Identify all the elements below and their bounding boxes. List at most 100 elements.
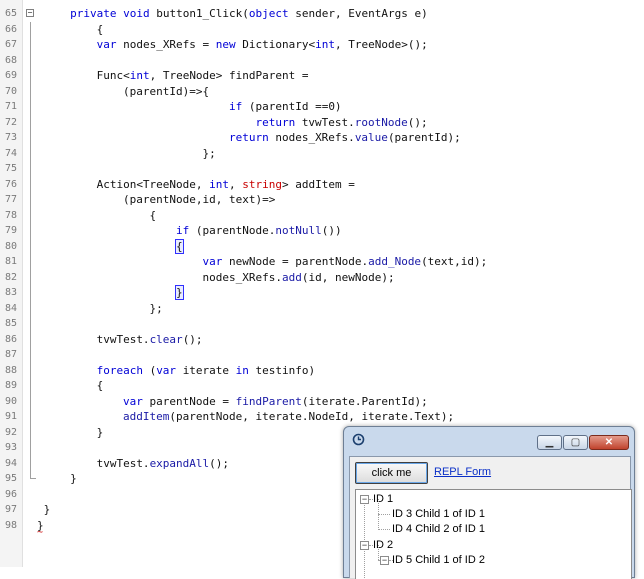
code-line[interactable]: 69 Func<int, TreeNode> findParent = bbox=[0, 68, 644, 84]
line-number: 70 bbox=[4, 85, 17, 97]
code-text: var newNode = parentNode.add_Node(text,i… bbox=[203, 254, 488, 270]
fold-rail bbox=[30, 114, 31, 130]
code-line[interactable]: 65 − private void button1_Click(object sen… bbox=[0, 6, 644, 22]
code-line[interactable]: 83} bbox=[0, 285, 644, 301]
code-token: (); bbox=[182, 332, 203, 346]
tree-view[interactable]: − ID 1 ID 3 Child 1 of ID 1 ID 4 Child 2 of… bbox=[355, 489, 632, 579]
code-token: expandAll bbox=[149, 456, 210, 470]
code-token: parentNode = bbox=[149, 394, 236, 408]
code-line[interactable]: 79 if (parentNode.notNull()) bbox=[0, 223, 644, 239]
code-line[interactable]: 72 return tvwTest.rootNode(); bbox=[0, 114, 644, 130]
code-text: { bbox=[97, 22, 104, 38]
code-text: { bbox=[97, 378, 104, 394]
keyword-token: var bbox=[156, 363, 183, 377]
code-line[interactable]: 81 var newNode = parentNode.add_Node(text… bbox=[0, 254, 644, 270]
matched-brace: { bbox=[175, 238, 184, 254]
line-number: 92 bbox=[4, 426, 17, 438]
code-token: add bbox=[281, 270, 302, 284]
fold-rail bbox=[30, 145, 31, 161]
line-number: 69 bbox=[4, 70, 17, 81]
code-line[interactable]: 85 bbox=[0, 316, 644, 332]
code-text: } bbox=[97, 425, 104, 441]
code-line[interactable]: 66 { bbox=[0, 21, 644, 38]
code-text: addItem(parentNode, iterate.NodeId, iter… bbox=[123, 409, 454, 425]
tree-child-node[interactable]: ID 5 Child 1 of ID 2 bbox=[392, 553, 485, 568]
code-line[interactable]: 91 addItem(parentNode, iterate.NodeId, it… bbox=[0, 409, 644, 425]
keyword-token: if bbox=[176, 224, 196, 237]
fold-rail bbox=[30, 99, 31, 115]
line-number: 87 bbox=[4, 349, 17, 360]
code-line[interactable]: 71 if (parentId ==0) bbox=[0, 99, 644, 115]
tree-child-node[interactable]: ID 4 Child 2 of ID 1 bbox=[392, 522, 485, 537]
fold-rail bbox=[30, 316, 31, 332]
code-line[interactable]: 67 var nodes_XRefs = new Dictionary<int, … bbox=[0, 37, 644, 53]
code-token: (parentNode. bbox=[195, 224, 276, 237]
code-token: nodes_XRefs = bbox=[123, 38, 216, 51]
repl-form-link[interactable]: REPL Form bbox=[434, 466, 491, 478]
code-line[interactable]: 82 nodes_XRefs.add(id, newNode); bbox=[0, 269, 644, 285]
code-line[interactable]: 70 (parentId)=>{ bbox=[0, 83, 644, 99]
tree-collapse-icon[interactable]: − bbox=[360, 495, 369, 504]
code-token: string bbox=[242, 177, 283, 191]
code-line[interactable]: 86 tvwTest.clear(); bbox=[0, 331, 644, 347]
code-token: (parentId)=>{ bbox=[123, 84, 210, 98]
fold-rail bbox=[30, 52, 31, 68]
code-line[interactable]: 87 bbox=[0, 347, 644, 363]
maximize-button[interactable]: ▢ bbox=[563, 435, 588, 450]
tree-collapse-icon[interactable]: − bbox=[380, 555, 389, 565]
code-token: nodes_XRefs. bbox=[202, 270, 282, 284]
code-token: Func< bbox=[96, 69, 130, 82]
code-token: newNode = parentNode. bbox=[229, 255, 369, 268]
code-line[interactable]: 80 { bbox=[0, 238, 644, 255]
code-text: { bbox=[175, 238, 184, 255]
fold-rail bbox=[30, 130, 31, 146]
click-me-button[interactable]: click me bbox=[355, 462, 428, 484]
code-token: iterate bbox=[182, 363, 236, 377]
code-text: private void button1_Click(object sender… bbox=[70, 6, 428, 22]
line-number: 95 bbox=[4, 473, 17, 484]
code-token: > addItem = bbox=[282, 177, 355, 191]
code-token: (parentId); bbox=[387, 131, 461, 144]
keyword-token: var bbox=[123, 394, 150, 408]
close-button[interactable]: ✕ bbox=[589, 435, 629, 450]
code-line[interactable]: 78 { bbox=[0, 207, 644, 223]
minimize-button[interactable]: ▁ bbox=[537, 435, 562, 450]
line-number: 89 bbox=[4, 380, 17, 391]
code-text: } bbox=[175, 285, 184, 301]
code-line[interactable]: 90 var parentNode = findParent(iterate.Pa… bbox=[0, 393, 644, 409]
winforms-window[interactable]: ▁ ▢ ✕ click me REPL Form − ID 1 ID 3 Child… bbox=[343, 426, 635, 579]
line-number: 88 bbox=[4, 364, 17, 376]
fold-rail bbox=[30, 83, 31, 99]
code-text: if (parentNode.notNull()) bbox=[176, 223, 342, 239]
form-client-area: click me REPL Form − ID 1 ID 3 Child 1 of … bbox=[349, 456, 632, 579]
code-line[interactable]: 68 bbox=[0, 52, 644, 68]
keyword-token: void bbox=[123, 7, 157, 20]
tree-node[interactable]: ID 1 bbox=[373, 492, 393, 507]
code-token: { bbox=[96, 379, 104, 392]
code-text: (parentNode,id, text)=> bbox=[123, 192, 275, 208]
code-token: tvwTest. bbox=[96, 456, 150, 470]
matched-brace: } bbox=[175, 285, 184, 300]
code-line[interactable]: 77 (parentNode,id, text)=> bbox=[0, 192, 644, 208]
code-line[interactable]: 84}; bbox=[0, 300, 644, 316]
code-line[interactable]: 89 { bbox=[0, 378, 644, 394]
line-number: 94 bbox=[4, 457, 17, 469]
tree-collapse-icon[interactable]: − bbox=[360, 540, 369, 550]
code-token: add_Node bbox=[368, 255, 422, 268]
title-bar[interactable]: ▁ ▢ ✕ bbox=[344, 427, 634, 453]
tree-node[interactable]: ID 2 bbox=[373, 538, 393, 553]
code-line[interactable]: 74}; bbox=[0, 145, 644, 161]
tree-child-node[interactable]: ID 3 Child 1 of ID 1 bbox=[392, 507, 485, 522]
code-line[interactable]: 88 foreach (var iterate in testinfo) bbox=[0, 362, 644, 378]
fold-rail bbox=[30, 285, 31, 301]
fold-rail bbox=[30, 300, 31, 316]
tree-connector bbox=[378, 514, 379, 530]
code-token: (id, newNode); bbox=[301, 270, 395, 284]
code-line[interactable]: 75 bbox=[0, 161, 644, 177]
keyword-token: private bbox=[70, 7, 124, 20]
code-token: Action<TreeNode, bbox=[96, 177, 210, 191]
code-line[interactable]: 73 return nodes_XRefs.value(parentId); bbox=[0, 130, 644, 146]
code-line[interactable]: 76 Action<TreeNode, int, string> addItem … bbox=[0, 176, 644, 192]
code-text: Func<int, TreeNode> findParent = bbox=[97, 68, 309, 84]
collapse-icon[interactable]: − bbox=[26, 9, 34, 17]
